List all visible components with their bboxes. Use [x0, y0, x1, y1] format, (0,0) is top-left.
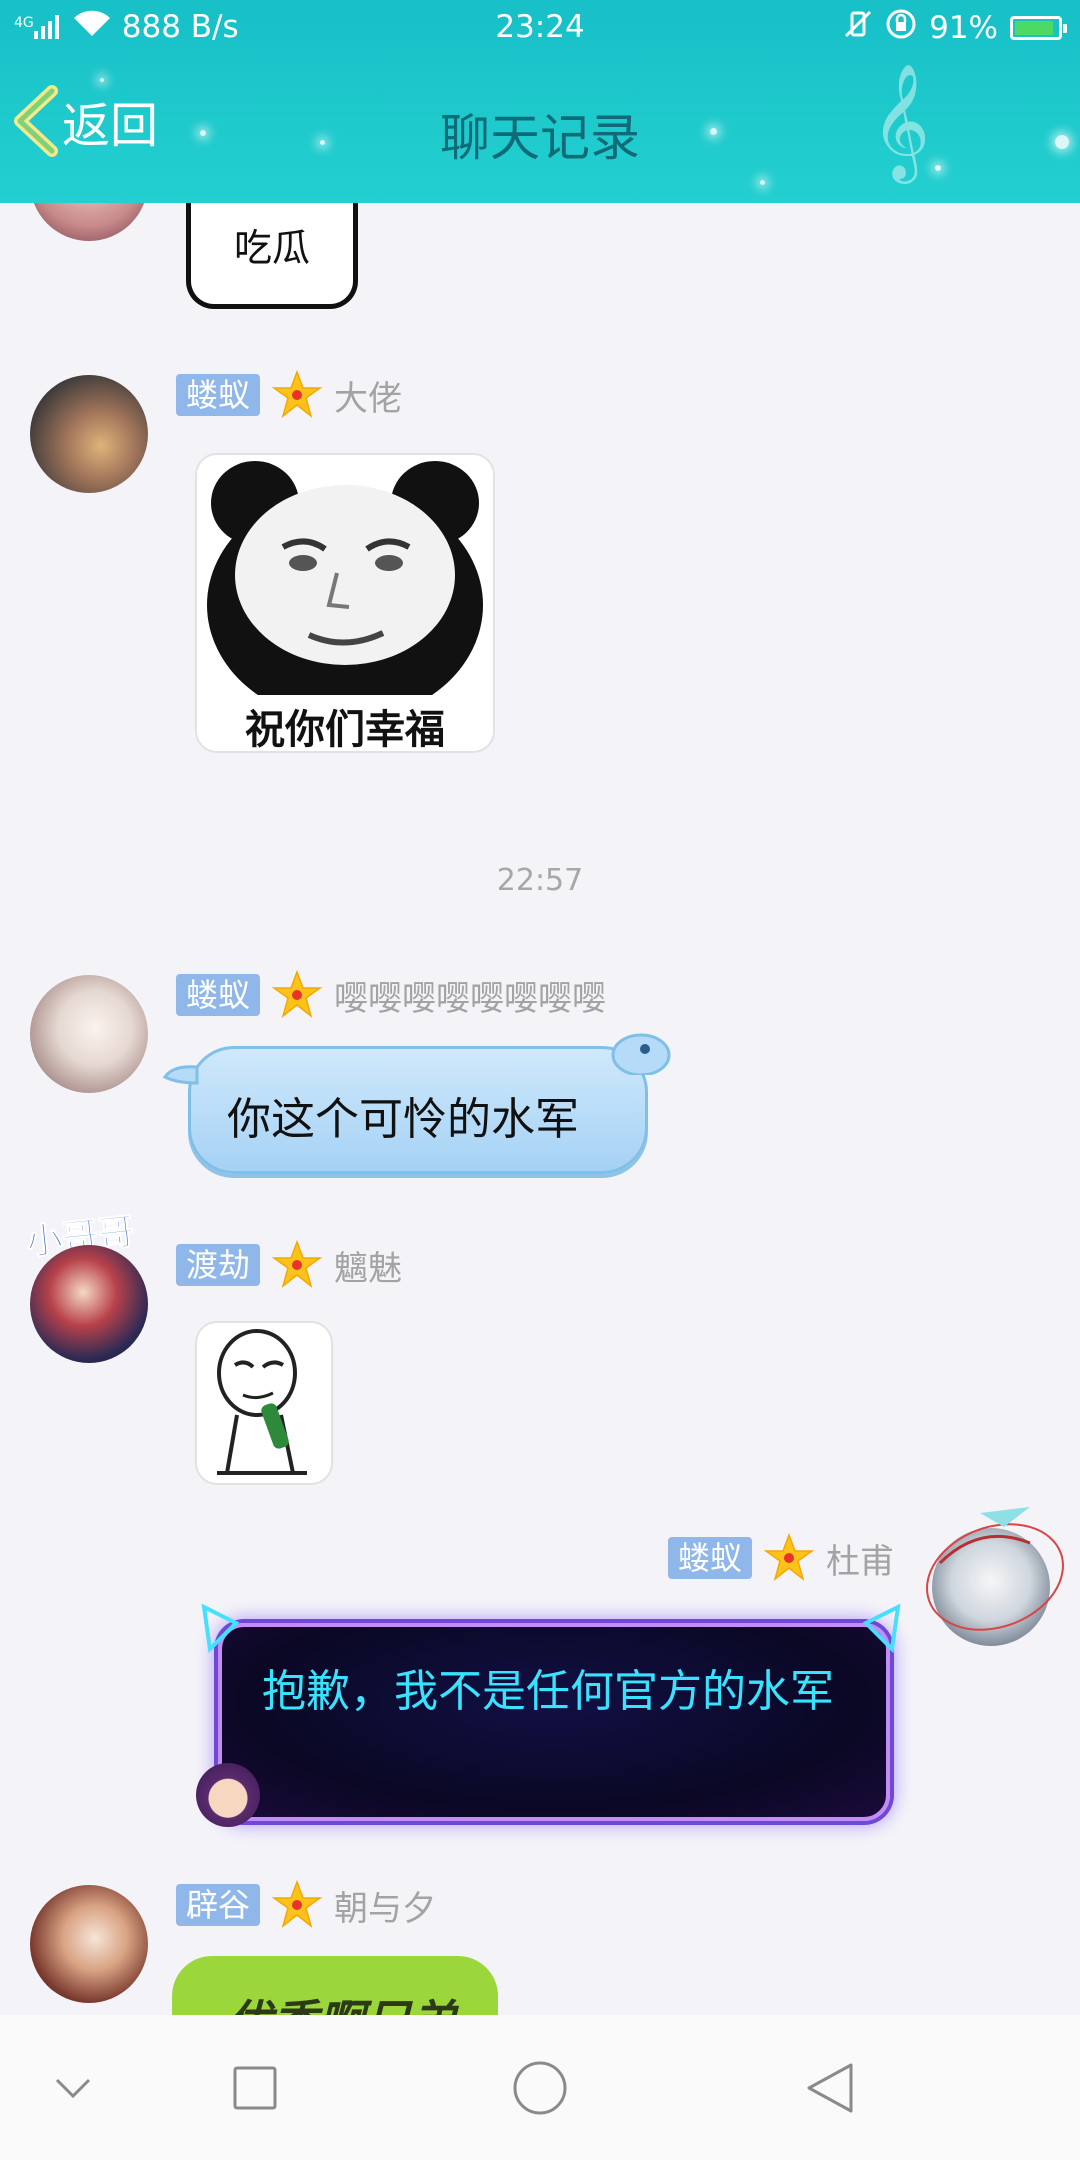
- music-note-icon: 𝄞: [870, 62, 930, 179]
- level-badge: 蝼蚁: [176, 974, 261, 1016]
- message-text: 你这个可怜的水军: [227, 1094, 579, 1145]
- rotation-lock-icon: [885, 8, 917, 48]
- nickname: 嘤嘤嘤嘤嘤嘤嘤嘤: [334, 978, 607, 1019]
- chevron-down-icon[interactable]: [38, 2053, 108, 2123]
- star-icon: [271, 969, 323, 1020]
- timestamp: 22:57: [496, 863, 584, 898]
- star-icon: [271, 1879, 323, 1930]
- nav-bar: 返回 聊天记录 𝄞: [0, 56, 1080, 203]
- sticker-text: 吃瓜: [233, 226, 310, 270]
- top-bar: 4G 888 B/s 23:24 91% 返回 聊天记录 𝄞: [0, 0, 1080, 203]
- battery-percent: 91%: [929, 10, 998, 46]
- message-bubble[interactable]: 抱歉，我不是任何官方的水军: [218, 1623, 890, 1821]
- hippo-ears-icon: [611, 1033, 671, 1075]
- sticker-message[interactable]: [195, 1321, 333, 1485]
- nickname: 魑魅: [334, 1248, 403, 1289]
- message-meta: 蝼蚁 杜甫: [668, 1532, 895, 1583]
- chat-history[interactable]: 吃瓜 蝼蚁 大佬 祝你们幸福 22:57 蝼蚁 嘤嘤嘤嘤嘤嘤嘤嘤 你这个可怜的水…: [0, 203, 1080, 2015]
- avatar[interactable]: [30, 1885, 148, 2003]
- message-meta: 渡劫 魑魅: [176, 1239, 403, 1290]
- message-meta: 蝼蚁 嘤嘤嘤嘤嘤嘤嘤嘤: [176, 969, 607, 1020]
- circle-icon[interactable]: [505, 2053, 575, 2123]
- sticker-message[interactable]: 吃瓜: [186, 203, 358, 309]
- battery-icon: [1010, 16, 1067, 40]
- chibi-decoration-icon: [196, 1763, 260, 1827]
- star-icon: [271, 1239, 323, 1290]
- avatar[interactable]: [30, 975, 148, 1093]
- sticker-message[interactable]: 祝你们幸福: [195, 453, 495, 753]
- message-bubble[interactable]: 你这个可怜的水军: [163, 1033, 671, 1174]
- battery-level-fill: [1015, 21, 1054, 35]
- nickname: 大佬: [334, 378, 403, 419]
- vibrate-off-icon: [843, 9, 873, 47]
- bubble-tail-icon: [163, 1065, 199, 1085]
- level-badge: 辟谷: [176, 1884, 261, 1926]
- message-text: 优秀啊兄弟: [226, 1986, 456, 2015]
- panda-face-sticker-icon: [207, 461, 483, 721]
- level-badge: 蝼蚁: [668, 1537, 753, 1579]
- meme-face-sticker-icon: [217, 1329, 307, 1475]
- system-nav-bar: [0, 2015, 1080, 2160]
- sticker-caption: 祝你们幸福: [245, 707, 445, 753]
- square-icon[interactable]: [220, 2053, 290, 2123]
- status-bar: 4G 888 B/s 23:24 91%: [0, 0, 1080, 56]
- level-badge: 渡劫: [176, 1244, 261, 1286]
- nickname: 朝与夕: [334, 1888, 437, 1929]
- star-icon: [763, 1532, 815, 1583]
- message-meta: 辟谷 朝与夕: [176, 1879, 437, 1930]
- cat-ear-left-icon: [201, 1603, 240, 1653]
- avatar[interactable]: [30, 203, 148, 241]
- nickname: 杜甫: [826, 1541, 895, 1582]
- avatar[interactable]: [30, 375, 148, 493]
- message-text: 抱歉，我不是任何官方的水军: [262, 1666, 834, 1717]
- avatar[interactable]: [30, 1245, 148, 1363]
- cat-ear-right-icon: [862, 1603, 901, 1653]
- triangle-back-icon[interactable]: [795, 2053, 865, 2123]
- message-bubble[interactable]: 优秀啊兄弟: [172, 1956, 498, 2015]
- avatar-frame-decoration-icon: [926, 1507, 1064, 1631]
- level-badge: 蝼蚁: [176, 374, 261, 416]
- message-meta: 蝼蚁 大佬: [176, 369, 403, 420]
- star-icon: [271, 369, 323, 420]
